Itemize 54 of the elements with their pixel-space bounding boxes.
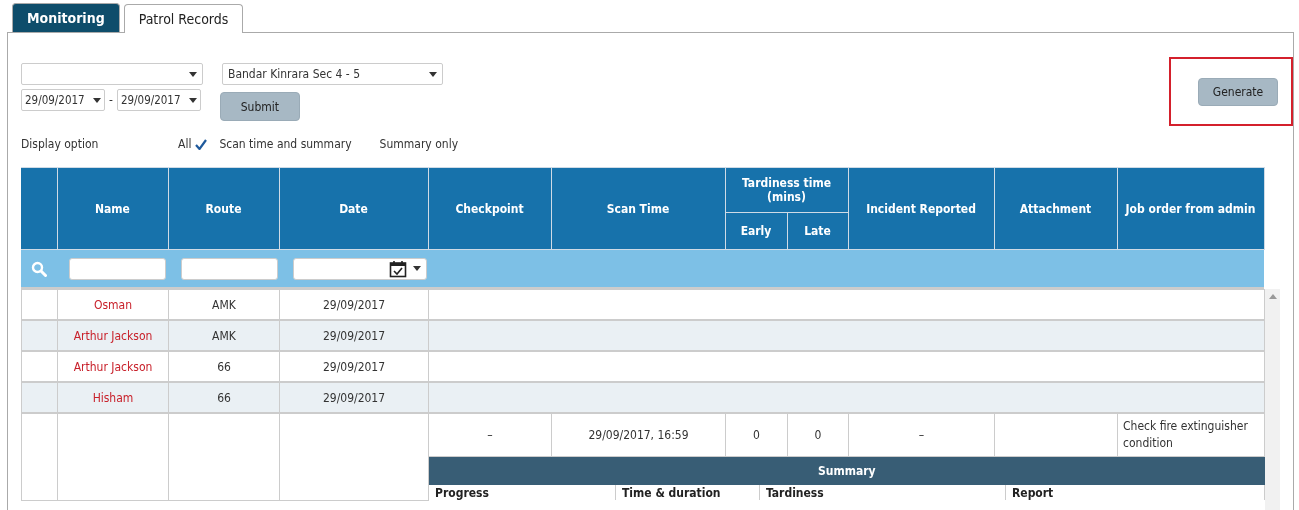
- summary-header: Summary: [428, 456, 1265, 485]
- caret-icon: [188, 97, 197, 103]
- calendar-icon: [389, 259, 407, 278]
- dropdown[interactable]: [21, 63, 203, 85]
- search-icon: [31, 260, 47, 277]
- name-link[interactable]: Hisham: [57, 382, 169, 413]
- column-header: Route: [168, 167, 279, 250]
- display-option-label: Display option: [21, 137, 100, 151]
- column-header: Name: [57, 167, 168, 250]
- generate-button[interactable]: Generate: [1198, 77, 1278, 106]
- column-header: Time & duration: [616, 485, 760, 500]
- caret-icon: [93, 97, 101, 103]
- submit-button[interactable]: Submit: [219, 92, 300, 121]
- scrollbar[interactable]: [1265, 289, 1280, 510]
- dropdown[interactable]: Bandar Kinrara Sec 4 - 5: [222, 63, 443, 85]
- display-option[interactable]: Summary only: [379, 137, 458, 151]
- dropdown[interactable]: 29/09/2017: [21, 89, 105, 111]
- table-cell: 29/09/2017, 16:59: [551, 413, 726, 457]
- column-header: Late: [787, 212, 848, 250]
- column-header: Scan Time: [551, 167, 725, 250]
- table-cell: AMK: [168, 320, 280, 351]
- column-header: Attachment: [994, 167, 1117, 250]
- column-header: Early: [725, 212, 787, 250]
- column-header: Report: [1006, 485, 1265, 500]
- column-header: Tardiness time (mins): [725, 167, 848, 213]
- table-cell: 0: [787, 413, 849, 457]
- tab[interactable]: Patrol Records: [123, 4, 244, 33]
- table-cell: 66: [168, 382, 280, 413]
- check-icon: [195, 138, 208, 150]
- table-cell: 29/09/2017: [279, 382, 429, 413]
- column-header: Checkpoint: [428, 167, 551, 250]
- table-cell: Check fire extinguisher condition: [1117, 413, 1265, 457]
- date-separator: -: [108, 93, 114, 107]
- caret-icon: [189, 71, 197, 77]
- scroll-up-icon: [1268, 294, 1277, 299]
- table-cell: –: [428, 413, 552, 457]
- column-header: Date: [279, 167, 428, 250]
- column-header: Progress: [429, 485, 616, 500]
- route-filter-field[interactable]: [181, 257, 278, 280]
- table-cell: 29/09/2017: [279, 320, 429, 351]
- tab[interactable]: Monitoring: [12, 3, 120, 32]
- column-header: Job order from admin: [1117, 167, 1264, 250]
- caret-icon: [413, 266, 421, 271]
- table-cell: –: [848, 413, 995, 457]
- display-option[interactable]: All: [178, 137, 208, 151]
- column-header: Incident Reported: [848, 167, 994, 250]
- table-cell: 0: [725, 413, 788, 457]
- date-filter-field[interactable]: [293, 257, 427, 280]
- name-link[interactable]: Arthur Jackson: [57, 320, 169, 351]
- display-option[interactable]: Scan time and summary: [219, 137, 352, 151]
- dropdown[interactable]: 29/09/2017: [116, 89, 201, 111]
- name-filter-field[interactable]: [69, 257, 166, 280]
- column-header: Tardiness: [760, 485, 1006, 500]
- caret-icon: [429, 71, 437, 77]
